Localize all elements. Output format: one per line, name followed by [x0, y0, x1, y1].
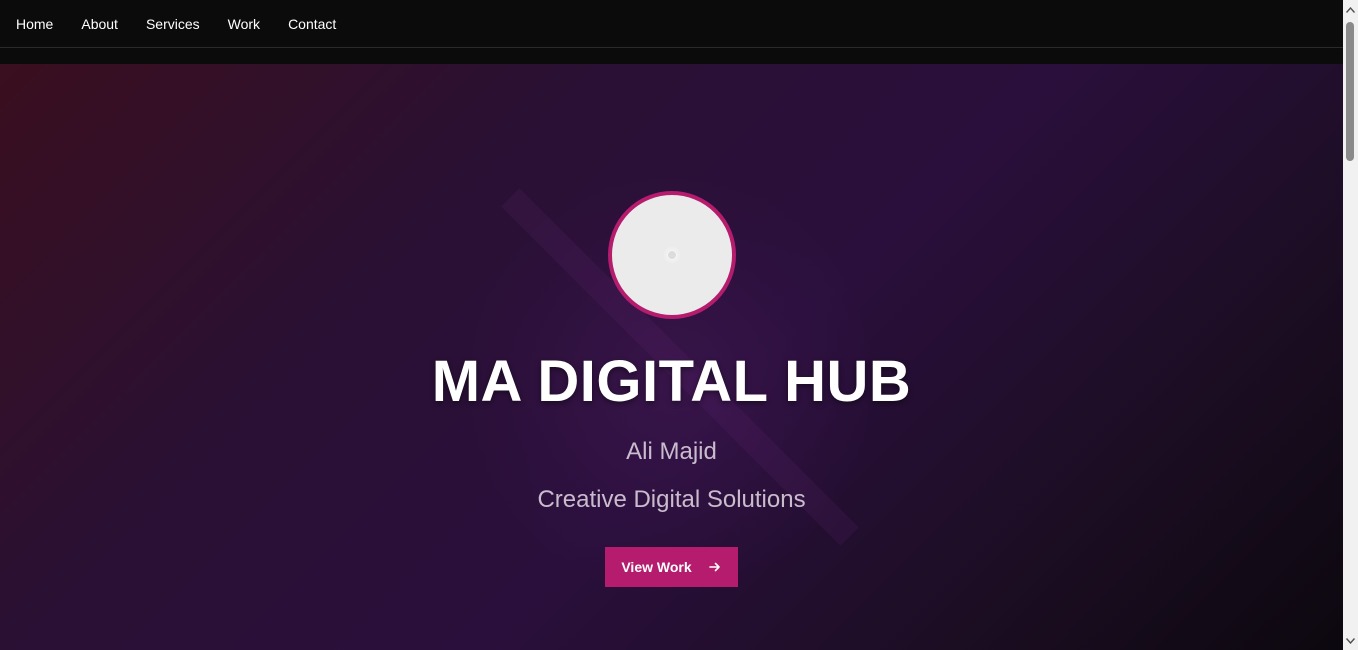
avatar-placeholder-icon	[667, 250, 677, 260]
top-navbar: Home About Services Work Contact	[0, 0, 1343, 48]
hero-section: MA DIGITAL HUB Ali Majid Creative Digita…	[0, 64, 1343, 650]
browser-viewport: Home About Services Work Contact MA DIGI…	[0, 0, 1343, 650]
vertical-scrollbar[interactable]	[1343, 0, 1358, 650]
nav-link-services[interactable]: Services	[146, 16, 200, 32]
nav-link-home[interactable]: Home	[16, 16, 53, 32]
hero-tagline: Creative Digital Solutions	[537, 486, 806, 513]
view-work-button[interactable]: View Work	[605, 547, 738, 587]
nav-link-about[interactable]: About	[81, 16, 118, 32]
nav-link-work[interactable]: Work	[228, 16, 260, 32]
hero-title: MA DIGITAL HUB	[431, 349, 912, 414]
nav-spacer	[0, 49, 1343, 64]
hero-name: Ali Majid	[626, 438, 717, 465]
arrow-right-icon	[708, 560, 722, 574]
nav-link-contact[interactable]: Contact	[288, 16, 336, 32]
scrollbar-thumb[interactable]	[1346, 22, 1354, 161]
view-work-label: View Work	[621, 559, 692, 575]
scroll-down-arrow-icon[interactable]	[1343, 633, 1358, 648]
scroll-up-arrow-icon[interactable]	[1343, 2, 1358, 17]
avatar	[608, 191, 736, 319]
